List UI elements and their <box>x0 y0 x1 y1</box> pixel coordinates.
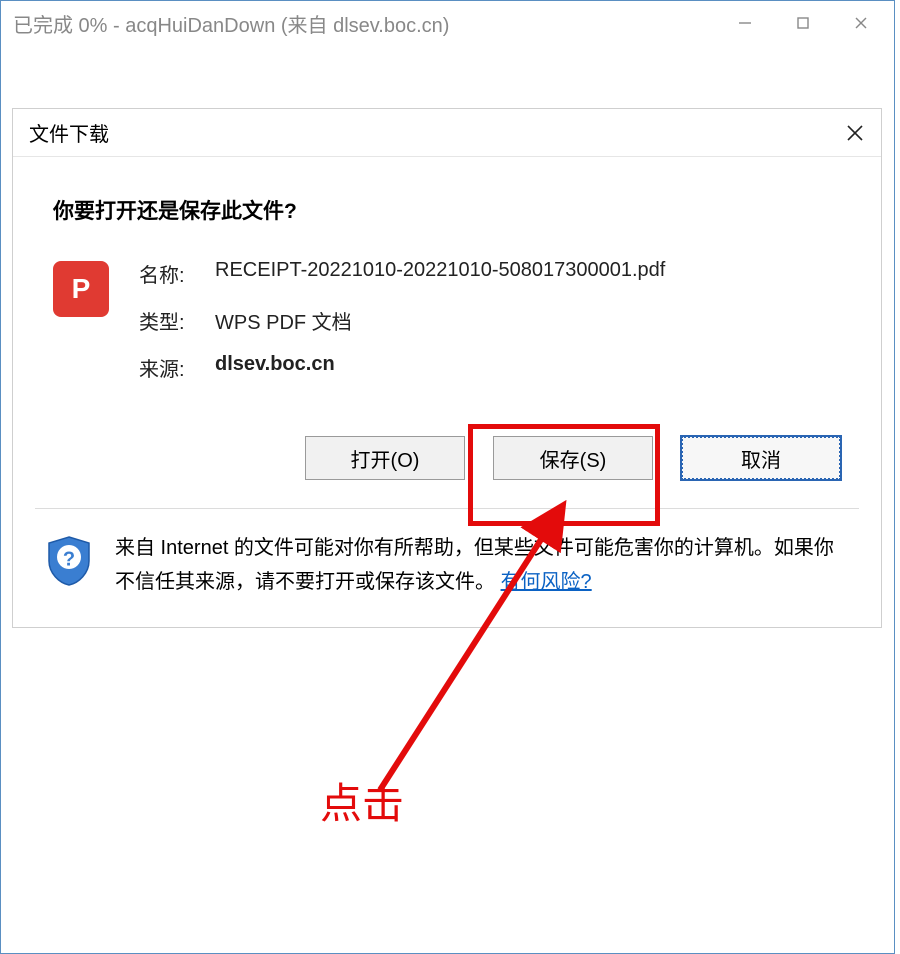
open-button[interactable]: 打开(O) <box>305 436 465 480</box>
svg-text:?: ? <box>63 548 75 570</box>
dialog-body: 你要打开还是保存此文件? P 名称: RECEIPT-20221010-2022… <box>13 157 881 422</box>
file-type-label: 类型: <box>139 306 211 335</box>
parent-titlebar: 已完成 0% - acqHuiDanDown (来自 dlsev.boc.cn) <box>1 1 894 45</box>
file-source-value: dlsev.boc.cn <box>215 353 665 382</box>
save-button[interactable]: 保存(S) <box>493 436 653 480</box>
file-download-dialog: 文件下载 你要打开还是保存此文件? P 名称: RECEIPT-20221010… <box>12 108 882 628</box>
cancel-button[interactable]: 取消 <box>681 436 841 480</box>
dialog-question: 你要打开还是保存此文件? <box>53 195 841 225</box>
shield-icon: ? <box>45 535 93 587</box>
security-warning: ? 来自 Internet 的文件可能对你有所帮助，但某些文件可能危害你的计算机… <box>13 509 881 627</box>
pdf-icon-letter: P <box>72 273 91 305</box>
file-name-label: 名称: <box>139 259 211 288</box>
dialog-close-button[interactable] <box>841 119 869 147</box>
maximize-icon <box>796 16 810 30</box>
warning-text: 来自 Internet 的文件可能对你有所帮助，但某些文件可能危害你的计算机。如… <box>115 537 834 593</box>
dialog-button-row: 打开(O) 保存(S) 取消 <box>13 422 881 508</box>
file-metadata: 名称: RECEIPT-20221010-20221010-5080173000… <box>139 259 665 382</box>
close-icon <box>846 124 864 142</box>
pdf-file-icon: P <box>53 261 109 317</box>
window-controls <box>716 5 890 41</box>
file-name-value: RECEIPT-20221010-20221010-508017300001.p… <box>215 259 665 288</box>
minimize-icon <box>738 16 752 30</box>
file-info-row: P 名称: RECEIPT-20221010-20221010-50801730… <box>53 259 841 382</box>
warning-text-block: 来自 Internet 的文件可能对你有所帮助，但某些文件可能危害你的计算机。如… <box>115 531 841 599</box>
dialog-titlebar: 文件下载 <box>13 109 881 157</box>
close-icon <box>854 16 868 30</box>
file-type-value: WPS PDF 文档 <box>215 306 665 335</box>
maximize-button[interactable] <box>774 5 832 41</box>
parent-close-button[interactable] <box>832 5 890 41</box>
risk-link[interactable]: 有何风险? <box>501 571 592 593</box>
file-source-label: 来源: <box>139 353 211 382</box>
parent-window-title: 已完成 0% - acqHuiDanDown (来自 dlsev.boc.cn) <box>13 9 716 38</box>
dialog-title: 文件下载 <box>29 118 841 147</box>
minimize-button[interactable] <box>716 5 774 41</box>
